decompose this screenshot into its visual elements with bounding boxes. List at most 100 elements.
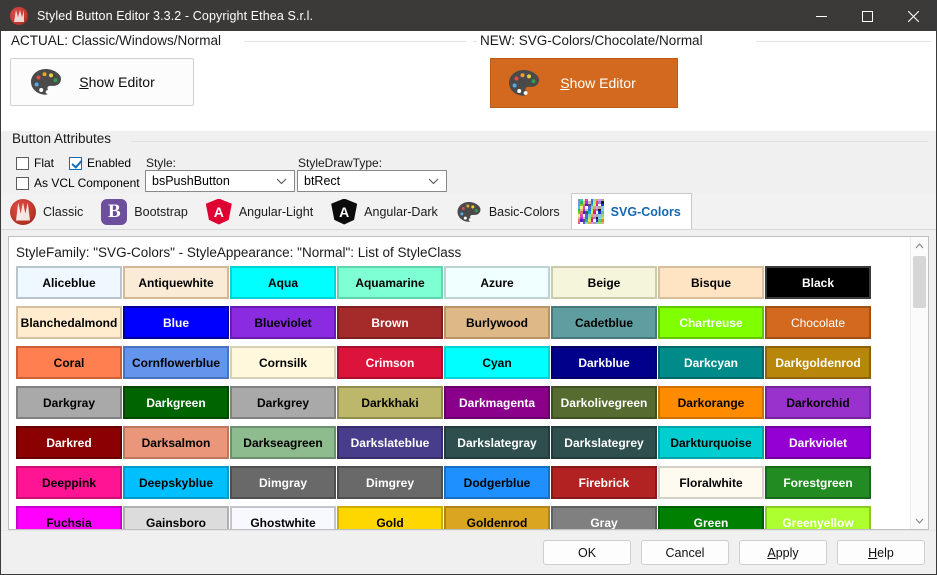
style-class-swatch[interactable]: Dimgray [230, 466, 336, 499]
style-class-swatch[interactable]: Gray [551, 506, 657, 530]
style-class-swatch[interactable]: Aquamarine [337, 266, 443, 299]
tab-classic[interactable]: Classic [3, 193, 94, 229]
show-editor-button-actual[interactable]: Show Editor [10, 58, 194, 106]
apply-button[interactable]: Apply [739, 540, 827, 565]
style-class-swatch[interactable]: Chartreuse [658, 306, 764, 339]
button-attributes-line [131, 141, 928, 142]
style-class-swatch[interactable]: Darkkhaki [337, 386, 443, 419]
style-class-swatch[interactable]: Darkgrey [230, 386, 336, 419]
style-class-swatch-label: Darkslategrey [564, 436, 643, 450]
show-editor-rest-new: how Editor [570, 75, 636, 91]
show-editor-button-new[interactable]: Show Editor [490, 58, 678, 108]
style-class-swatch[interactable]: Dimgrey [337, 466, 443, 499]
checkbox-label-enabled: Enabled [87, 156, 131, 170]
style-class-swatch[interactable]: Cornflowerblue [123, 346, 229, 379]
tab-bootstrap[interactable]: B Bootstrap [94, 193, 199, 229]
style-class-swatch[interactable]: Darkcyan [658, 346, 764, 379]
style-class-swatch-label: Darksalmon [142, 436, 211, 450]
cancel-button[interactable]: Cancel [641, 540, 729, 565]
tab-svg-colors[interactable]: SVG-Colors [571, 193, 692, 229]
style-class-swatch[interactable]: Firebrick [551, 466, 657, 499]
style-class-swatch-label: Chartreuse [679, 316, 742, 330]
style-class-swatch[interactable]: Darkgreen [123, 386, 229, 419]
color-grid-icon [578, 199, 604, 225]
close-button[interactable] [890, 1, 936, 31]
style-draw-type-combobox[interactable]: btRect [297, 170, 447, 192]
style-class-swatch[interactable]: Green [658, 506, 764, 530]
tab-angular-dark[interactable]: A Angular-Dark [324, 193, 449, 229]
style-class-swatch[interactable]: Darkred [16, 426, 122, 459]
style-class-swatch[interactable]: Black [765, 266, 871, 299]
style-class-swatch[interactable]: Fuchsia [16, 506, 122, 530]
style-class-swatch[interactable]: Azure [444, 266, 550, 299]
style-class-swatch[interactable]: Darkblue [551, 346, 657, 379]
style-class-swatch[interactable]: Blue [123, 306, 229, 339]
help-button-label: elp [877, 546, 894, 560]
style-class-swatch[interactable]: Cornsilk [230, 346, 336, 379]
tab-basic-colors[interactable]: Basic-Colors [449, 193, 571, 229]
style-class-swatch[interactable]: Darksalmon [123, 426, 229, 459]
style-class-swatch[interactable]: Burlywood [444, 306, 550, 339]
style-class-swatch[interactable]: Darkolivegreen [551, 386, 657, 419]
style-class-swatch[interactable]: Greenyellow [765, 506, 871, 530]
checkbox-box-as-vcl-component [16, 177, 29, 190]
style-class-swatch[interactable]: Darkslateblue [337, 426, 443, 459]
style-class-swatch[interactable]: Antiquewhite [123, 266, 229, 299]
checkbox-flat[interactable]: Flat [16, 156, 54, 170]
style-class-swatch[interactable]: Aliceblue [16, 266, 122, 299]
style-class-swatch[interactable]: Gainsboro [123, 506, 229, 530]
style-class-swatch[interactable]: Forestgreen [765, 466, 871, 499]
minimize-button[interactable] [798, 1, 844, 31]
scrollbar-thumb[interactable] [913, 256, 926, 308]
style-class-swatch[interactable]: Darkmagenta [444, 386, 550, 419]
style-class-swatch[interactable]: Brown [337, 306, 443, 339]
style-class-swatch-label: Aqua [268, 276, 298, 290]
style-class-swatch[interactable]: Gold [337, 506, 443, 530]
style-class-swatch[interactable]: Blueviolet [230, 306, 336, 339]
style-class-swatch[interactable]: Deepskyblue [123, 466, 229, 499]
ok-button[interactable]: OK [543, 540, 631, 565]
scroll-down-button[interactable] [911, 512, 928, 529]
style-class-swatch[interactable]: Crimson [337, 346, 443, 379]
style-class-swatch[interactable]: Darkorchid [765, 386, 871, 419]
style-class-swatch[interactable]: Darkorange [658, 386, 764, 419]
apply-button-label: pply [776, 546, 799, 560]
style-class-swatch[interactable]: Darkslategray [444, 426, 550, 459]
style-class-swatch[interactable]: Aqua [230, 266, 336, 299]
style-class-swatch[interactable]: Darkviolet [765, 426, 871, 459]
style-class-swatch[interactable]: Ghostwhite [230, 506, 336, 530]
checkbox-as-vcl-component[interactable]: As VCL Component [16, 176, 140, 190]
scroll-up-button[interactable] [911, 237, 928, 254]
style-class-swatch-label: Aquamarine [355, 276, 424, 290]
style-class-swatch[interactable]: Darkslategrey [551, 426, 657, 459]
style-class-swatch[interactable]: Goldenrod [444, 506, 550, 530]
style-class-swatch[interactable]: Floralwhite [658, 466, 764, 499]
style-class-swatch-label: Darkblue [578, 356, 629, 370]
style-class-swatch[interactable]: Beige [551, 266, 657, 299]
style-class-swatch-label: Darkslategray [457, 436, 536, 450]
style-class-swatch-label: Aliceblue [42, 276, 95, 290]
style-class-swatch[interactable]: Blanchedalmond [16, 306, 122, 339]
style-class-swatch[interactable]: Dodgerblue [444, 466, 550, 499]
style-class-swatch[interactable]: Chocolate [765, 306, 871, 339]
style-class-swatch[interactable]: Cyan [444, 346, 550, 379]
style-class-swatch[interactable]: Darkturquoise [658, 426, 764, 459]
tab-angular-light[interactable]: A Angular-Light [199, 193, 324, 229]
apply-accel: A [767, 546, 775, 560]
show-editor-rest-actual: how Editor [89, 74, 155, 90]
cancel-button-label: Cancel [666, 546, 705, 560]
style-class-swatch[interactable]: Bisque [658, 266, 764, 299]
maximize-button[interactable] [844, 1, 890, 31]
style-combobox[interactable]: bsPushButton [145, 170, 295, 192]
style-class-swatch[interactable]: Cadetblue [551, 306, 657, 339]
style-class-swatch[interactable]: Coral [16, 346, 122, 379]
list-vertical-scrollbar[interactable] [910, 237, 928, 529]
style-class-swatch-label: Darkgoldenrod [775, 356, 860, 370]
style-class-swatch[interactable]: Darkseagreen [230, 426, 336, 459]
new-group-line-right [756, 41, 931, 42]
style-class-swatch[interactable]: Deeppink [16, 466, 122, 499]
help-button[interactable]: Help [837, 540, 925, 565]
style-class-swatch[interactable]: Darkgoldenrod [765, 346, 871, 379]
checkbox-enabled[interactable]: Enabled [69, 156, 131, 170]
style-class-swatch[interactable]: Darkgray [16, 386, 122, 419]
